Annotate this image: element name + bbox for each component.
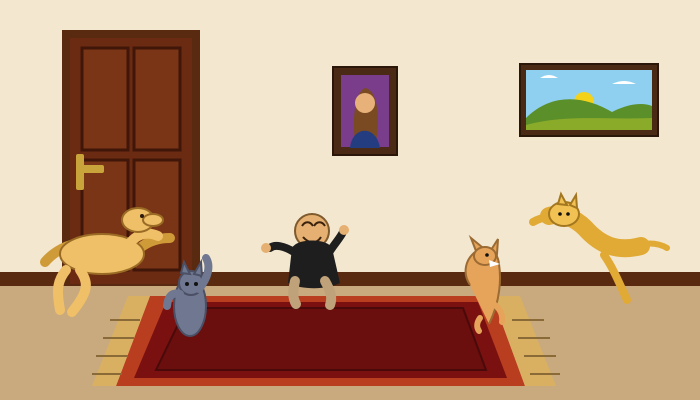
landscape-painting-icon <box>519 63 659 137</box>
portrait-frame-icon <box>332 66 398 156</box>
room-scene <box>0 0 700 400</box>
